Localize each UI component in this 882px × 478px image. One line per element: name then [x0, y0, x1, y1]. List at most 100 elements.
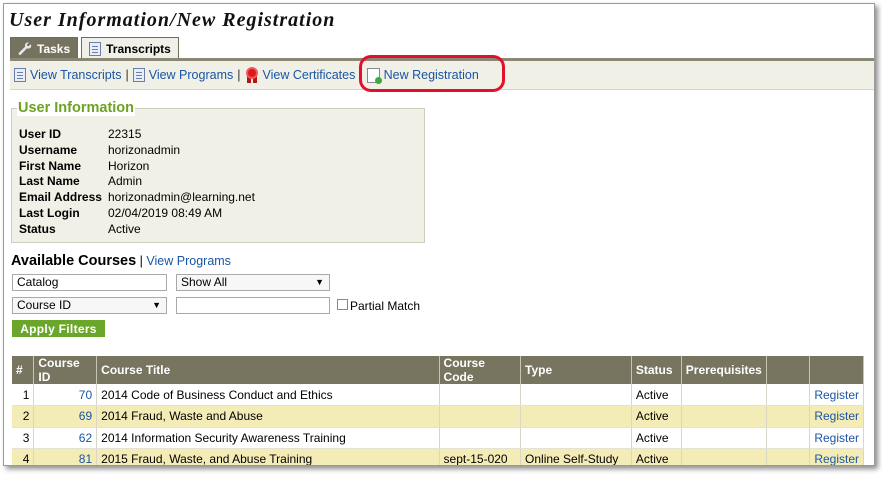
tab-tasks[interactable]: Tasks: [10, 37, 79, 59]
course-title: 2014 Fraud, Waste and Abuse: [96, 405, 440, 428]
transcript-icon: [14, 68, 26, 82]
course-status: Active: [631, 405, 682, 428]
new-registration-link[interactable]: New Registration: [366, 67, 479, 84]
field-label: Email Address: [19, 190, 102, 205]
field-value: 02/04/2019 08:49 AM: [108, 205, 223, 220]
course-type: [520, 427, 632, 449]
available-courses-table: # Course ID Course Title Course Code Typ…: [12, 356, 864, 465]
register-link[interactable]: Register: [809, 405, 864, 428]
action-bar: View Transcripts | View Programs | View …: [10, 61, 874, 90]
separator: |: [125, 68, 129, 82]
row-number: 1: [12, 384, 35, 406]
column-header-status[interactable]: Status: [631, 356, 682, 384]
view-transcripts-label: View Transcripts: [30, 68, 122, 82]
new-registration-label: New Registration: [383, 68, 479, 82]
search-input[interactable]: [176, 297, 330, 314]
user-information-panel: User Information User ID 22315 Username ho…: [11, 100, 425, 243]
column-header-course-id[interactable]: Course ID: [33, 356, 98, 384]
course-code: [439, 384, 522, 406]
course-prerequisites: [681, 427, 767, 449]
column-header-course-title[interactable]: Course Title: [96, 356, 440, 384]
available-courses-header: Available Courses | View Programs: [11, 253, 231, 269]
separator: |: [237, 68, 241, 82]
tab-transcripts[interactable]: Transcripts: [81, 37, 179, 60]
course-prerequisites: [681, 448, 767, 465]
field-label: Status: [19, 221, 56, 236]
field-value: horizonadmin: [108, 142, 181, 157]
field-value: Active: [108, 221, 141, 236]
course-title: 2014 Code of Business Conduct and Ethics: [96, 384, 440, 406]
course-extra: [766, 405, 811, 428]
course-id-link[interactable]: 62: [33, 427, 98, 449]
chevron-down-icon: ▼: [152, 300, 161, 310]
view-programs-link-secondary[interactable]: View Programs: [146, 254, 231, 268]
view-transcripts-link[interactable]: View Transcripts: [14, 68, 121, 82]
table-row: 1 70 2014 Code of Business Conduct and E…: [12, 384, 864, 406]
partial-match-checkbox[interactable]: [337, 299, 348, 310]
search-field-value: Course ID: [17, 298, 72, 312]
column-header-action: [809, 356, 864, 384]
field-label: User ID: [19, 127, 62, 141]
wrench-icon: [18, 41, 32, 55]
row-number: 3: [12, 427, 35, 449]
field-label: First Name: [19, 158, 82, 173]
course-code: [439, 405, 522, 428]
partial-match-label: Partial Match: [350, 299, 421, 313]
course-id-link[interactable]: 81: [33, 448, 98, 465]
course-title: 2014 Information Security Awareness Trai…: [96, 427, 440, 449]
status-row: Status Active: [19, 222, 255, 238]
register-link[interactable]: Register: [809, 384, 864, 406]
course-prerequisites: [681, 384, 767, 406]
available-courses-title: Available Courses: [11, 253, 137, 269]
show-filter-value: Show All: [181, 275, 228, 289]
course-code: sept-15-020: [439, 448, 522, 465]
course-id-link[interactable]: 70: [33, 384, 98, 406]
table-row: 3 62 2014 Information Security Awareness…: [12, 427, 864, 449]
course-status: Active: [631, 384, 682, 406]
view-certificates-link[interactable]: View Certificates: [245, 67, 356, 83]
column-header-course-code[interactable]: Course Code: [439, 356, 522, 384]
field-value: Horizon: [108, 158, 150, 173]
apply-filters-button[interactable]: Apply Filters: [12, 320, 105, 337]
view-programs-label: View Programs: [148, 68, 234, 82]
view-certificates-label: View Certificates: [262, 68, 356, 82]
field-value: 22315: [108, 127, 142, 141]
view-programs-link[interactable]: View Programs: [132, 68, 234, 82]
programs-icon: [132, 68, 145, 82]
search-field-select[interactable]: Course ID ▼: [12, 297, 167, 314]
course-code: [439, 427, 522, 449]
column-header-type[interactable]: Type: [520, 356, 632, 384]
field-value: Admin: [108, 174, 143, 189]
award-ribbon-icon: [245, 67, 259, 83]
tab-bar: Tasks Transcripts: [10, 37, 179, 60]
column-header-blank: [766, 356, 811, 384]
field-label: Last Name: [19, 174, 80, 189]
course-type: [520, 384, 632, 406]
chevron-down-icon: ▼: [315, 277, 324, 287]
register-link[interactable]: Register: [809, 448, 864, 465]
course-extra: [766, 384, 811, 406]
first-name-row: First Name Horizon: [19, 159, 255, 175]
show-filter-select[interactable]: Show All ▼: [176, 274, 330, 291]
catalog-input-value: Catalog: [17, 275, 59, 289]
table-header-row: # Course ID Course Title Course Code Typ…: [12, 356, 864, 384]
course-type: Online Self-Study: [520, 448, 632, 465]
field-label: Last Login: [19, 205, 80, 220]
page-title: User Information/New Registration: [9, 9, 336, 31]
course-id-link[interactable]: 69: [33, 405, 98, 428]
course-type: [520, 405, 632, 428]
field-label: Username: [19, 142, 78, 157]
catalog-input[interactable]: Catalog: [12, 274, 167, 291]
row-number: 2: [12, 405, 35, 428]
course-extra: [766, 448, 811, 465]
register-link[interactable]: Register: [809, 427, 864, 449]
user-details-table: User ID 22315 Username horizonadmin First …: [19, 127, 255, 238]
course-status: Active: [631, 448, 682, 465]
course-title: 2015 Fraud, Waste, and Abuse Training: [96, 448, 440, 465]
app-window: User Information/New Registration Tasks …: [3, 3, 875, 466]
last-login-row: Last Login 02/04/2019 08:49 AM: [19, 206, 255, 222]
column-header-number[interactable]: #: [12, 356, 35, 384]
email-row: Email Address horizonadmin@learning.net: [19, 190, 255, 206]
column-header-prerequisites[interactable]: Prerequisites: [681, 356, 767, 384]
last-name-row: Last Name Admin: [19, 174, 255, 190]
